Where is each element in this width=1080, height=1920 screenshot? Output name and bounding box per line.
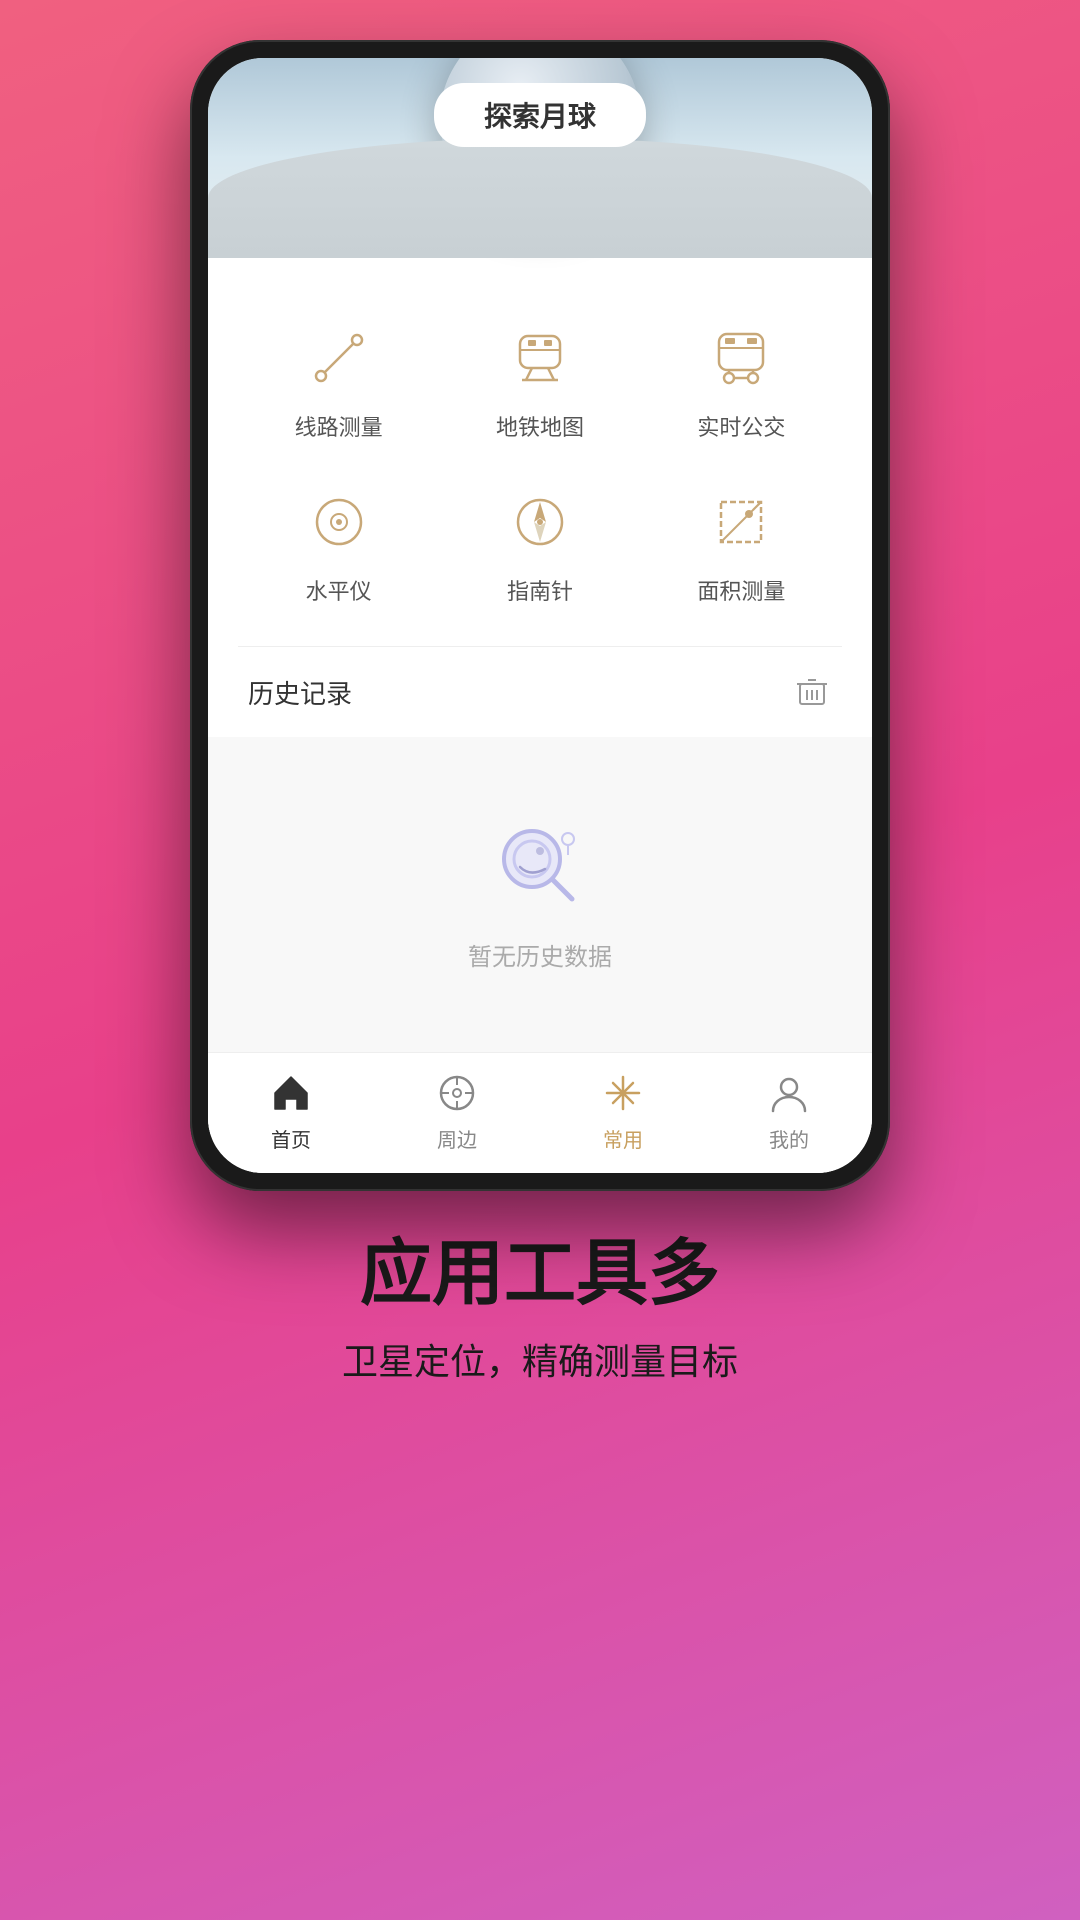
- nearby-icon: [432, 1068, 482, 1118]
- tool-realtime-bus-label: 实时公交: [697, 410, 785, 442]
- home-icon: [266, 1068, 316, 1118]
- promo-sub-title: 卫星定位，精确测量目标: [342, 1333, 738, 1385]
- history-header: 历史记录: [208, 647, 872, 737]
- nav-common-label: 常用: [603, 1124, 643, 1153]
- history-empty: 暂无历史数据: [208, 737, 872, 1052]
- moon-surface: [208, 138, 872, 258]
- tool-realtime-bus[interactable]: 实时公交: [641, 298, 842, 462]
- phone-frame: 探索月球 线路测量: [190, 40, 890, 1191]
- clear-history-button[interactable]: [792, 672, 832, 712]
- moon-header: 探索月球: [208, 58, 872, 258]
- bottom-nav: 首页 周边: [208, 1052, 872, 1173]
- tool-line-measure-label: 线路测量: [295, 410, 383, 442]
- level-icon: [299, 482, 379, 562]
- phone-screen: 探索月球 线路测量: [208, 58, 872, 1173]
- tool-compass[interactable]: 指南针: [439, 462, 640, 626]
- nav-mine[interactable]: 我的: [706, 1068, 872, 1153]
- promo-section: 应用工具多 卫星定位，精确测量目标: [282, 1191, 798, 1415]
- tool-compass-label: 指南针: [507, 574, 573, 606]
- mine-icon: [764, 1068, 814, 1118]
- tool-area-measure-label: 面积测量: [697, 574, 785, 606]
- nav-nearby-label: 周边: [437, 1124, 477, 1153]
- subway-icon: [500, 318, 580, 398]
- tool-level[interactable]: 水平仪: [238, 462, 439, 626]
- compass-icon: [500, 482, 580, 562]
- tool-area-measure[interactable]: 面积测量: [641, 462, 842, 626]
- app-title: 探索月球: [434, 83, 646, 147]
- nav-home-label: 首页: [271, 1124, 311, 1153]
- area-icon: [701, 482, 781, 562]
- history-title: 历史记录: [248, 674, 352, 711]
- tool-level-label: 水平仪: [306, 574, 372, 606]
- tool-line-measure[interactable]: 线路测量: [238, 298, 439, 462]
- nav-common[interactable]: 常用: [540, 1068, 706, 1153]
- tool-grid: 线路测量 地铁地图: [208, 278, 872, 646]
- empty-history-text: 暂无历史数据: [468, 937, 612, 972]
- promo-main-title: 应用工具多: [342, 1231, 738, 1317]
- history-section: 历史记录: [208, 647, 872, 1052]
- common-icon: [598, 1068, 648, 1118]
- bus-icon: [701, 318, 781, 398]
- route-icon: [299, 318, 379, 398]
- tool-subway-map[interactable]: 地铁地图: [439, 298, 640, 462]
- tool-subway-map-label: 地铁地图: [496, 410, 584, 442]
- content-area: 线路测量 地铁地图: [208, 258, 872, 1173]
- empty-search-icon: [490, 817, 590, 917]
- nav-home[interactable]: 首页: [208, 1068, 374, 1153]
- nav-nearby[interactable]: 周边: [374, 1068, 540, 1153]
- nav-mine-label: 我的: [769, 1124, 809, 1153]
